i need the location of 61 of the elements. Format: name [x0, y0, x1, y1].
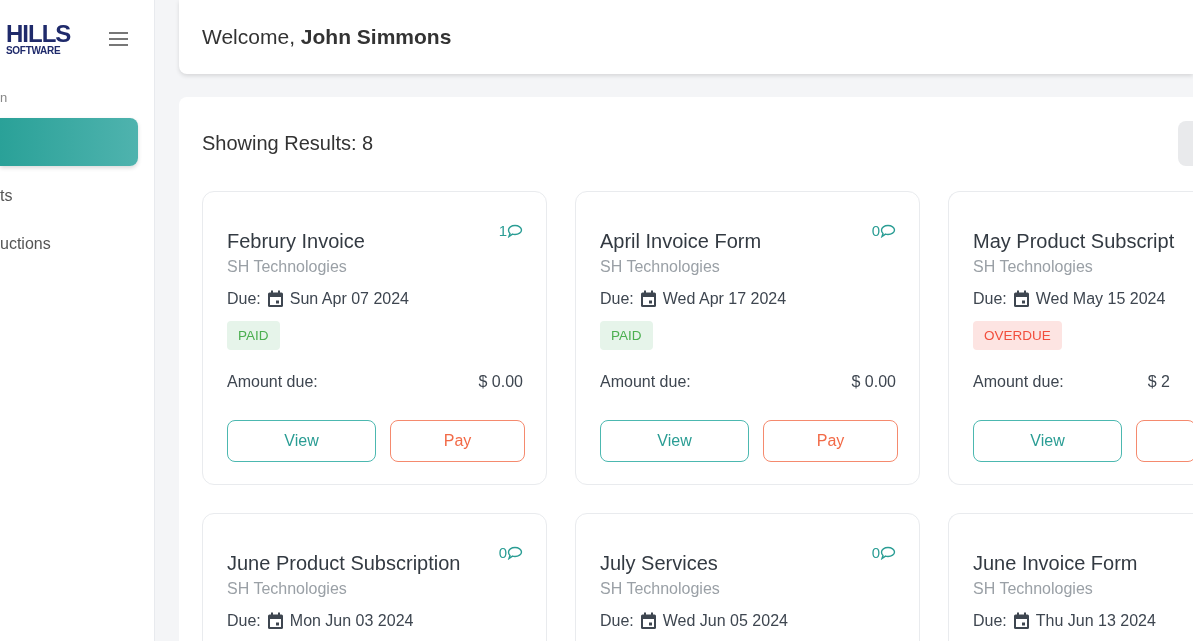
sidebar-item[interactable]	[0, 118, 138, 166]
company-name: SH Technologies	[973, 580, 1094, 598]
view-button[interactable]: View	[227, 420, 376, 462]
amount-value: $ 2	[1147, 373, 1170, 391]
due-date: Wed May 15 2024	[1035, 290, 1166, 308]
status-badge: OVERDUE	[973, 321, 1062, 350]
status-badge: PAID	[227, 321, 280, 350]
comment-count[interactable]: 1	[498, 222, 523, 239]
menu-icon[interactable]	[109, 32, 128, 46]
invoice-title: June Product Subscription	[227, 551, 461, 576]
sidebar-item[interactable]: ts	[0, 172, 138, 220]
sidebar-item[interactable]: uctions	[0, 220, 138, 268]
due-label: Due:	[973, 290, 1007, 308]
due-date: Thu Jun 13 2024	[1035, 612, 1156, 630]
company-name: SH Technologies	[227, 580, 348, 598]
status-badge: PAID	[600, 321, 653, 350]
calendar-icon	[1012, 290, 1030, 308]
invoice-title: April Invoice Form	[600, 229, 762, 254]
due-label: Due:	[227, 290, 261, 308]
comment-count[interactable]: 0	[871, 222, 896, 239]
comment-count[interactable]: 0	[871, 544, 896, 561]
amount-label: Amount due:	[227, 373, 318, 391]
calendar-icon	[266, 290, 284, 308]
calendar-icon	[266, 612, 284, 630]
view-button[interactable]: View	[600, 420, 749, 462]
amount-value: $ 0.00	[478, 373, 523, 391]
amount-value: $ 0.00	[851, 373, 896, 391]
speech-bubble-icon	[880, 545, 896, 560]
amount-label: Amount due:	[973, 373, 1064, 391]
view-button[interactable]: View	[973, 420, 1122, 462]
due-date: Sun Apr 07 2024	[289, 290, 409, 308]
pay-button[interactable]	[1136, 420, 1193, 462]
results-count: Showing Results: 8	[202, 132, 374, 155]
comment-count[interactable]: 0	[498, 544, 523, 561]
invoice-title: July Services	[600, 551, 718, 576]
speech-bubble-icon	[880, 223, 896, 238]
company-name: SH Technologies	[973, 258, 1094, 276]
calendar-icon	[1012, 612, 1030, 630]
amount-label: Amount due:	[600, 373, 691, 391]
calendar-icon	[639, 290, 657, 308]
invoice-title: Februry Invoice	[227, 229, 365, 254]
due-date: Wed Jun 05 2024	[662, 612, 788, 630]
logo: HILLS SOFTWARE	[6, 22, 71, 56]
pay-button[interactable]: Pay	[390, 420, 525, 462]
due-date: Mon Jun 03 2024	[289, 612, 414, 630]
due-label: Due:	[600, 290, 634, 308]
invoice-title: May Product Subscript	[973, 229, 1175, 254]
calendar-icon	[639, 612, 657, 630]
company-name: SH Technologies	[600, 580, 721, 598]
speech-bubble-icon	[507, 545, 523, 560]
speech-bubble-icon	[507, 223, 523, 238]
due-label: Due:	[227, 612, 261, 630]
sidebar-item[interactable]: n	[0, 84, 138, 110]
pay-button[interactable]: Pay	[763, 420, 898, 462]
due-label: Due:	[600, 612, 634, 630]
company-name: SH Technologies	[600, 258, 721, 276]
invoice-title: June Invoice Form	[973, 551, 1138, 576]
company-name: SH Technologies	[227, 258, 348, 276]
due-label: Due:	[973, 612, 1007, 630]
welcome-message: Welcome, John Simmons	[202, 25, 452, 49]
due-date: Wed Apr 17 2024	[662, 290, 787, 308]
